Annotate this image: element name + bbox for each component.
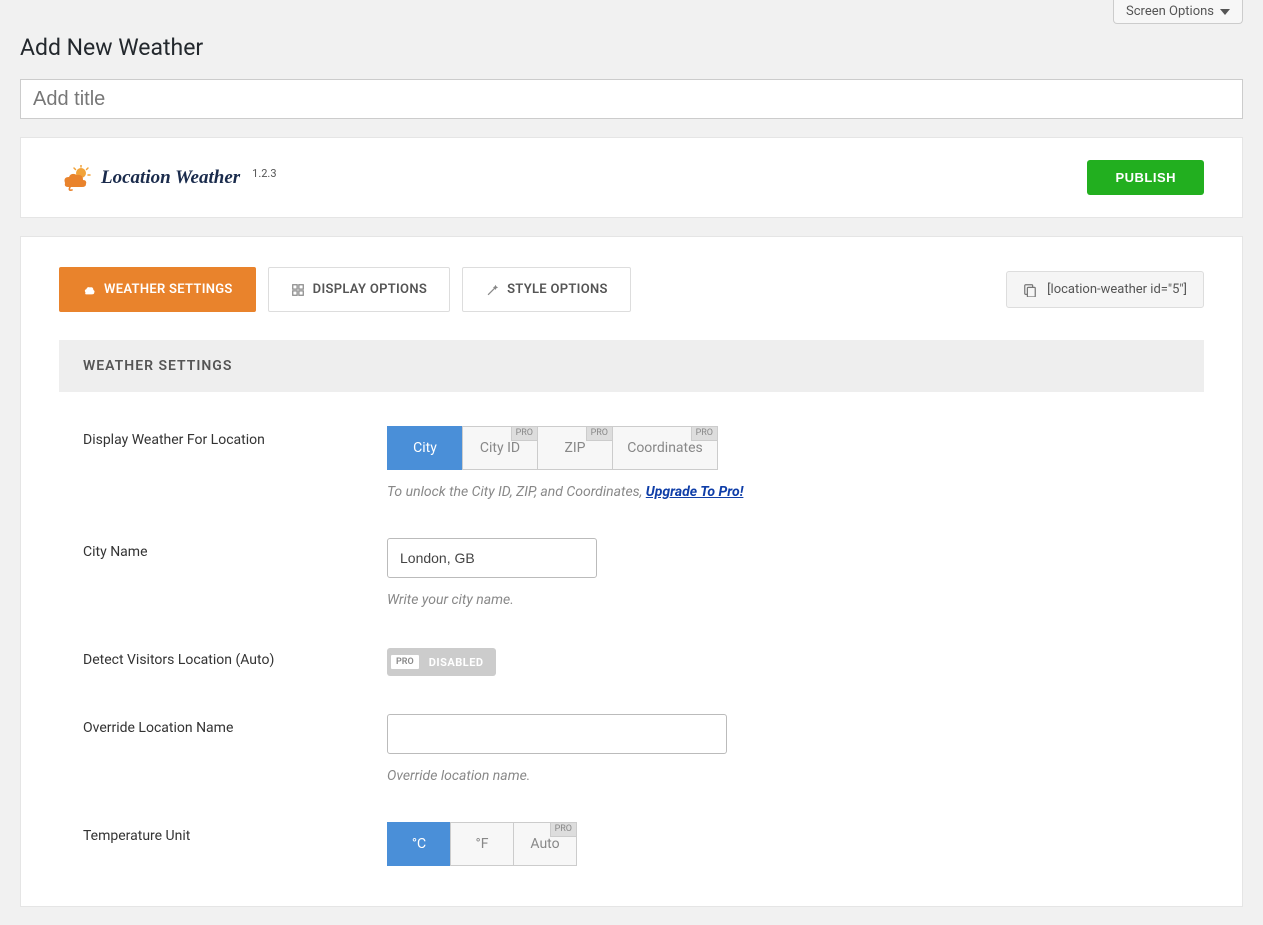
field-label-detect-visitors: Detect Visitors Location (Auto) (83, 646, 387, 668)
tab-label: WEATHER SETTINGS (104, 282, 233, 297)
section-heading: WEATHER SETTINGS (59, 340, 1204, 392)
plugin-name: Location Weather (101, 167, 240, 189)
option-coordinates[interactable]: Coordinates PRO (612, 426, 718, 470)
field-hint: Write your city name. (387, 592, 1180, 608)
disabled-label: DISABLED (423, 656, 496, 669)
tab-label: DISPLAY OPTIONS (313, 282, 427, 297)
weather-logo-icon (59, 165, 91, 191)
wand-icon (485, 283, 499, 297)
pro-badge: PRO (691, 426, 718, 441)
screen-options-toggle[interactable]: Screen Options (1113, 0, 1243, 24)
option-fahrenheit[interactable]: °F (450, 822, 514, 866)
tab-display-options[interactable]: DISPLAY OPTIONS (268, 267, 450, 312)
pro-badge: PRO (550, 822, 577, 837)
grid-icon (291, 283, 305, 297)
page-title: Add New Weather (0, 24, 1263, 79)
field-label-temp-unit: Temperature Unit (83, 822, 387, 844)
screen-options-label: Screen Options (1126, 4, 1214, 19)
upgrade-pro-link[interactable]: Upgrade To Pro! (646, 484, 744, 500)
field-hint: Override location name. (387, 768, 1180, 784)
shortcode-copy[interactable]: [location-weather id="5"] (1006, 271, 1204, 308)
plugin-brand: Location Weather 1.2.3 (59, 165, 277, 191)
option-auto[interactable]: Auto PRO (513, 822, 577, 866)
field-label-display-for: Display Weather For Location (83, 426, 387, 448)
city-name-input[interactable] (387, 538, 597, 578)
tab-style-options[interactable]: STYLE OPTIONS (462, 267, 631, 312)
option-city[interactable]: City (387, 426, 463, 470)
copy-icon (1023, 283, 1037, 297)
caret-down-icon (1220, 9, 1230, 15)
settings-panel: WEATHER SETTINGS DISPLAY OPTIONS STYLE O… (20, 236, 1243, 907)
pro-badge: PRO (586, 426, 613, 441)
pro-badge: PRO (390, 654, 420, 670)
option-celsius[interactable]: °C (387, 822, 451, 866)
tab-label: STYLE OPTIONS (507, 282, 608, 297)
detect-toggle-disabled: PRO DISABLED (387, 648, 496, 676)
plugin-header-panel: Location Weather 1.2.3 PUBLISH (20, 137, 1243, 218)
tab-weather-settings[interactable]: WEATHER SETTINGS (59, 267, 256, 312)
field-hint: To unlock the City ID, ZIP, and Coordina… (387, 484, 1180, 500)
field-label-city-name: City Name (83, 538, 387, 560)
shortcode-text: [location-weather id="5"] (1047, 282, 1187, 297)
option-zip[interactable]: ZIP PRO (537, 426, 613, 470)
post-title-input[interactable] (20, 79, 1243, 119)
plugin-version: 1.2.3 (252, 167, 276, 180)
pro-badge: PRO (511, 426, 538, 441)
option-city-id[interactable]: City ID PRO (462, 426, 538, 470)
field-label-override-location: Override Location Name (83, 714, 387, 736)
publish-button[interactable]: PUBLISH (1087, 160, 1204, 195)
cloud-icon (82, 283, 96, 297)
override-location-input[interactable] (387, 714, 727, 754)
